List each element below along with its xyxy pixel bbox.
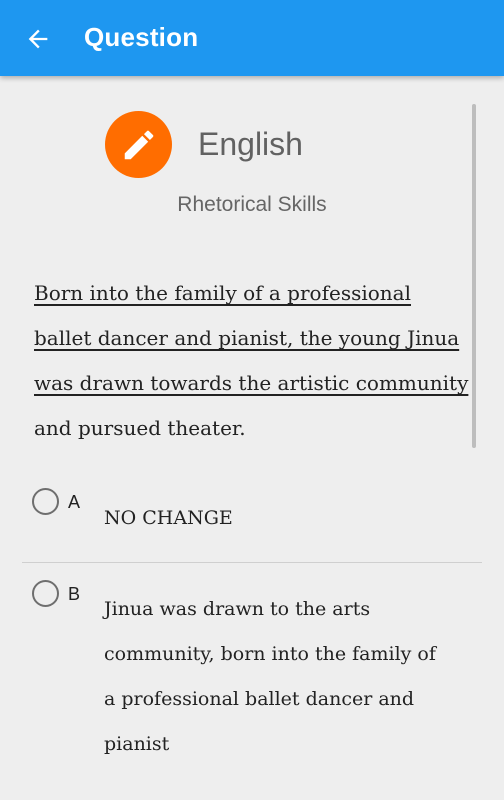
subject-badge bbox=[105, 111, 172, 178]
radio-button-b[interactable] bbox=[32, 580, 59, 607]
subject-subtitle: Rhetorical Skills bbox=[177, 193, 327, 216]
option-b[interactable]: B Jinua was drawn to the arts community,… bbox=[22, 580, 482, 780]
pencil-icon bbox=[124, 130, 153, 159]
passage-rest: and pursued theater. bbox=[34, 416, 246, 440]
back-button[interactable] bbox=[20, 21, 56, 57]
question-passage: Born into the family of a professional b… bbox=[34, 271, 474, 451]
option-divider bbox=[22, 562, 482, 563]
option-text: NO CHANGE bbox=[104, 507, 233, 529]
app-bar: Question bbox=[0, 0, 504, 76]
option-letter: A bbox=[68, 492, 81, 512]
underlined-passage: Born into the family of a professional b… bbox=[34, 281, 469, 395]
arrow-back-icon bbox=[28, 29, 48, 49]
radio-button-a[interactable] bbox=[32, 488, 59, 515]
page-title: Question bbox=[84, 22, 199, 52]
option-text: Jinua was drawn to the arts community, b… bbox=[104, 598, 436, 755]
option-letter: B bbox=[68, 584, 81, 604]
option-a[interactable]: A NO CHANGE bbox=[22, 488, 482, 558]
subject-title: English bbox=[198, 126, 303, 162]
